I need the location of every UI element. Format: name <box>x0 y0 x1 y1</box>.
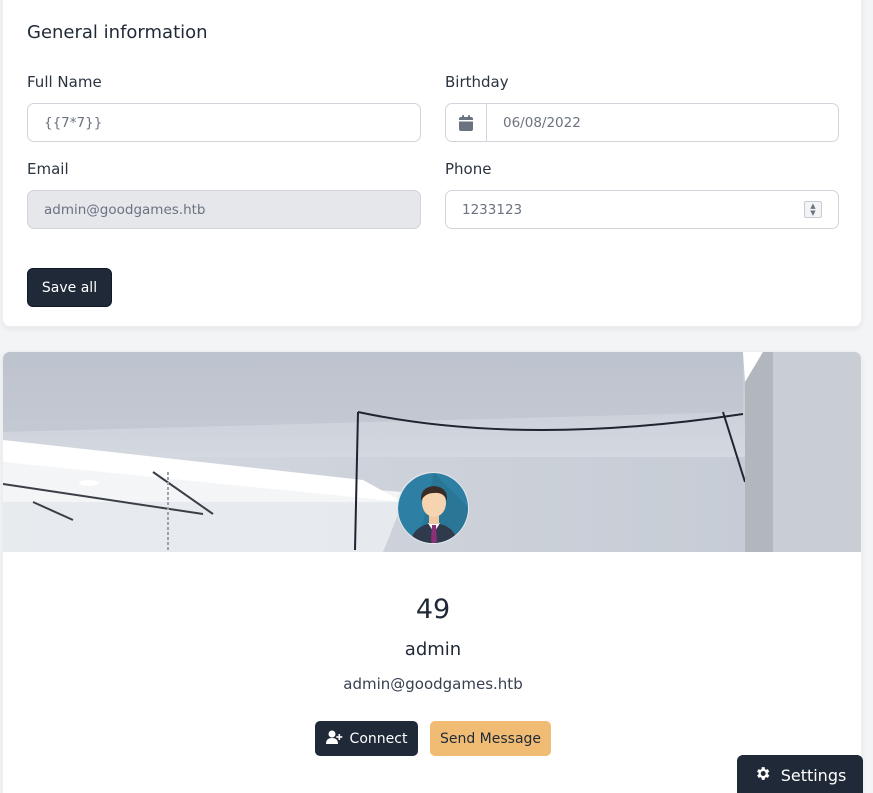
send-message-button[interactable]: Send Message <box>430 721 551 756</box>
phone-label: Phone <box>445 160 492 178</box>
card-title: General information <box>27 22 208 43</box>
birthday-value: 06/08/2022 <box>503 114 581 131</box>
profile-email: admin@goodgames.htb <box>343 675 523 693</box>
phone-value: 1233123 <box>462 201 523 218</box>
gear-icon <box>754 765 771 786</box>
email-value: admin@goodgames.htb <box>44 201 206 218</box>
user-plus-icon <box>325 730 343 748</box>
profile-full-name: 49 <box>415 594 451 625</box>
businessman-avatar <box>397 472 469 544</box>
settings-label: Settings <box>780 765 847 785</box>
birthday-input[interactable]: 06/08/2022 <box>445 103 839 142</box>
birthday-label: Birthday <box>445 73 509 91</box>
full-name-value: {{7*7}} <box>44 114 103 131</box>
full-name-input[interactable]: {{7*7}} <box>27 103 421 142</box>
settings-button[interactable]: Settings <box>737 755 863 793</box>
connect-button[interactable]: Connect <box>315 721 418 756</box>
general-information-card: General information Full Name {{7*7}} Bi… <box>2 0 862 327</box>
email-label: Email <box>27 160 69 178</box>
email-input[interactable]: admin@goodgames.htb <box>27 190 421 229</box>
profile-card: 49 admin admin@goodgames.htb Connect Sen… <box>2 351 862 793</box>
full-name-label: Full Name <box>27 73 102 91</box>
calendar-icon <box>446 104 487 141</box>
phone-input[interactable]: 1233123 ▲ ▼ <box>445 190 839 229</box>
connect-label: Connect <box>349 730 408 747</box>
profile-username: admin <box>404 639 462 660</box>
save-all-button[interactable]: Save all <box>27 268 112 307</box>
number-stepper-icon[interactable]: ▲ ▼ <box>804 201 822 218</box>
